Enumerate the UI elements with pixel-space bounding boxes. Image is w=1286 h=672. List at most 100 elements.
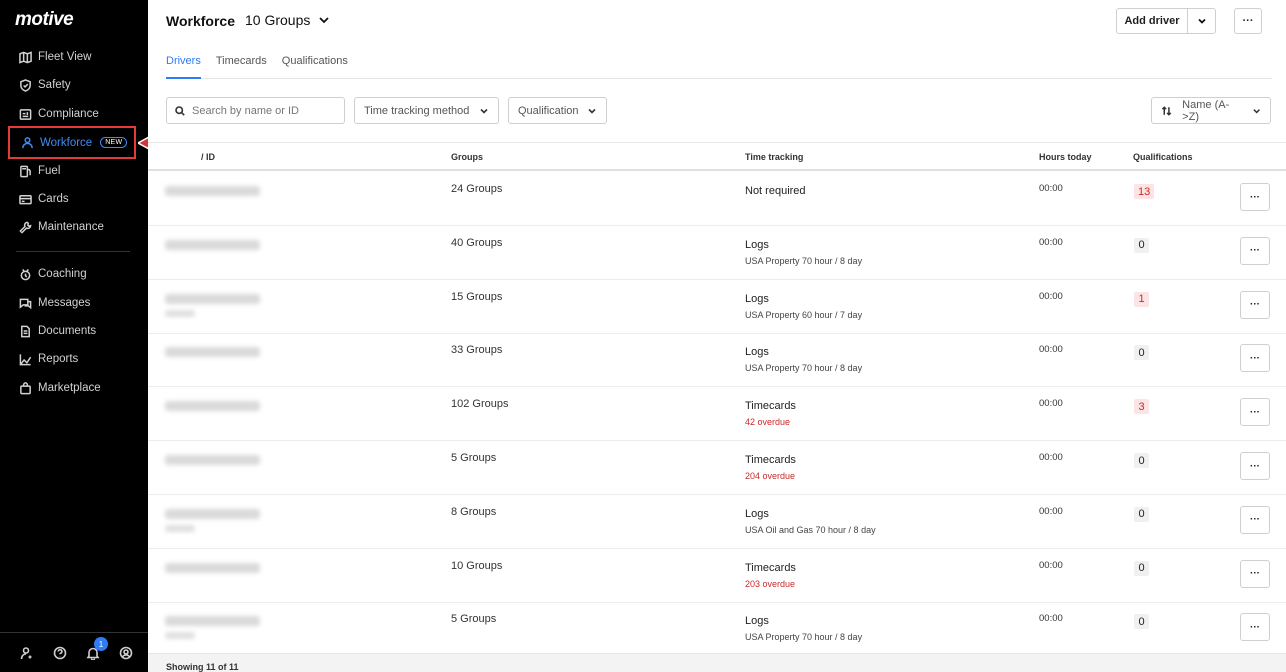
row-more-button[interactable]: ··· [1240,452,1270,480]
col-header-hours-today[interactable]: Hours today [1039,152,1092,162]
sidebar-item-cards[interactable]: Cards [8,184,136,214]
bell-icon[interactable]: 1 [84,637,108,661]
cell-qualifications-count[interactable]: 3 [1134,399,1149,415]
driver-name-redacted[interactable] [165,186,260,196]
table-footer: Showing 11 of 11 [148,653,1286,672]
cell-qualifications-count[interactable]: 0 [1134,614,1149,630]
driver-id-redacted [165,524,195,532]
sort-dropdown[interactable]: Name (A->Z) [1151,97,1271,124]
time-tracking-filter[interactable]: Time tracking method [354,97,499,124]
driver-name-redacted[interactable] [165,293,260,304]
user-settings-icon[interactable] [18,644,35,661]
row-more-button[interactable]: ··· [1240,559,1270,588]
table-row[interactable]: 15 Groups Logs USA Property 60 hour / 7 da… [148,280,1286,334]
cell-hours-today: 00:00 [1039,290,1063,302]
cell-time-tracking-detail: USA Property 70 hour / 8 day [745,255,863,266]
tab-timecards[interactable]: Timecards [216,53,267,79]
chevron-down-icon [319,17,330,24]
sidebar-item-marketplace[interactable]: Marketplace [8,373,136,403]
bag-icon [18,381,32,395]
cell-qualifications-count[interactable]: 0 [1134,345,1149,361]
row-more-button[interactable]: ··· [1240,398,1270,427]
tab-drivers[interactable]: Drivers [166,53,201,79]
tab-qualifications[interactable]: Qualifications [282,53,348,79]
table-row[interactable]: 40 Groups Logs USA Property 70 hour / 8 da… [148,226,1286,280]
person-icon [20,136,34,150]
sidebar-item-label: Documents [38,325,97,337]
cell-qualifications-count[interactable]: 0 [1134,506,1149,522]
sidebar-item-fleet-view[interactable]: Fleet View [8,42,136,72]
wrench-icon [18,220,32,234]
card-icon [18,192,32,206]
coaching-icon [18,267,32,281]
cell-time-tracking: Logs [745,292,769,305]
table-row[interactable]: 5 Groups Timecards 204 overdue 00:00 0 ··· [148,441,1286,495]
sidebar-item-fuel[interactable]: Fuel [8,156,136,186]
col-header-qualifications[interactable]: Qualifications [1133,152,1193,162]
sidebar-item-coaching[interactable]: Coaching [8,259,136,289]
row-more-button[interactable]: ··· [1240,613,1270,642]
cell-qualifications-count[interactable]: 0 [1134,453,1149,468]
main-content: Workforce 10 Groups Add driver ··· Drive… [148,0,1286,672]
motive-logo[interactable]: motive [15,9,74,31]
cell-time-tracking: Timecards [745,400,796,413]
cell-hours-today: 00:00 [1039,398,1063,410]
sidebar-item-documents[interactable]: Documents [8,316,136,346]
cell-time-tracking-detail: 204 overdue [745,471,796,481]
driver-name-redacted[interactable] [165,239,260,250]
driver-name-redacted[interactable] [165,401,260,412]
sidebar-item-maintenance[interactable]: Maintenance [8,212,136,242]
account-icon[interactable] [117,644,134,661]
help-icon[interactable] [51,644,68,661]
row-more-button[interactable]: ··· [1240,183,1270,211]
more-options-button[interactable]: ··· [1234,8,1262,34]
table-row[interactable]: 24 Groups Not required 00:00 13 ··· [148,172,1286,226]
cell-hours-today: 00:00 [1039,236,1063,248]
cell-qualifications-count[interactable]: 1 [1134,291,1149,307]
cell-qualifications-count[interactable]: 13 [1134,184,1155,199]
add-driver-split-button: Add driver [1116,8,1216,34]
cell-qualifications-count[interactable]: 0 [1134,560,1149,576]
group-selector[interactable]: 10 Groups [245,12,330,28]
cell-time-tracking: Logs [745,507,769,520]
col-header-groups[interactable]: Groups [451,152,483,162]
sidebar-item-messages[interactable]: Messages [8,288,136,318]
table-row[interactable]: 10 Groups Timecards 203 overdue 00:00 0 ··· [148,549,1286,603]
row-more-button[interactable]: ··· [1240,236,1270,265]
table-row[interactable]: 102 Groups Timecards 42 overdue 00:00 3 ··· [148,387,1286,442]
time-tracking-filter-label: Time tracking method [364,104,470,117]
cell-groups: 40 Groups [451,236,503,249]
row-more-button[interactable]: ··· [1240,290,1270,319]
sidebar-item-label: Marketplace [38,382,101,394]
sidebar-item-safety[interactable]: Safety [8,70,136,100]
row-more-button[interactable]: ··· [1240,505,1270,534]
driver-name-redacted[interactable] [165,562,260,573]
qualification-filter[interactable]: Qualification [508,97,607,124]
table-row[interactable]: 33 Groups Logs USA Property 70 hour / 8 da… [148,333,1286,388]
sidebar-item-reports[interactable]: Reports [8,344,136,374]
shield-icon [18,78,32,92]
table-row[interactable]: 5 Groups Logs USA Property 70 hour / 8 day… [148,602,1286,657]
driver-id-redacted [165,309,195,317]
table-row[interactable]: 8 Groups Logs USA Oil and Gas 70 hour / 8 … [148,495,1286,549]
cell-time-tracking: Logs [745,615,769,628]
driver-name-redacted[interactable] [165,508,260,519]
driver-name-redacted[interactable] [165,616,260,627]
sidebar-item-workforce[interactable]: Workforce NEW [8,126,136,159]
cell-qualifications-count[interactable]: 0 [1134,237,1149,253]
cell-time-tracking: Not required [745,185,806,197]
col-header-name[interactable]: / ID [201,152,215,162]
sidebar-item-label: Reports [38,353,79,365]
col-header-time-tracking[interactable]: Time tracking [745,152,803,162]
driver-name-redacted[interactable] [165,347,260,358]
sidebar-item-label: Safety [38,79,71,91]
add-driver-button[interactable]: Add driver [1117,9,1188,33]
search-input[interactable] [192,104,332,117]
driver-name-redacted[interactable] [165,455,260,465]
new-badge: NEW [100,137,128,148]
row-more-button[interactable]: ··· [1240,344,1270,373]
add-driver-dropdown[interactable] [1188,9,1215,33]
sidebar-item-compliance[interactable]: Compliance [8,99,136,129]
cell-time-tracking-detail: USA Property 60 hour / 7 day [745,309,863,320]
cell-groups: 8 Groups [451,505,497,518]
